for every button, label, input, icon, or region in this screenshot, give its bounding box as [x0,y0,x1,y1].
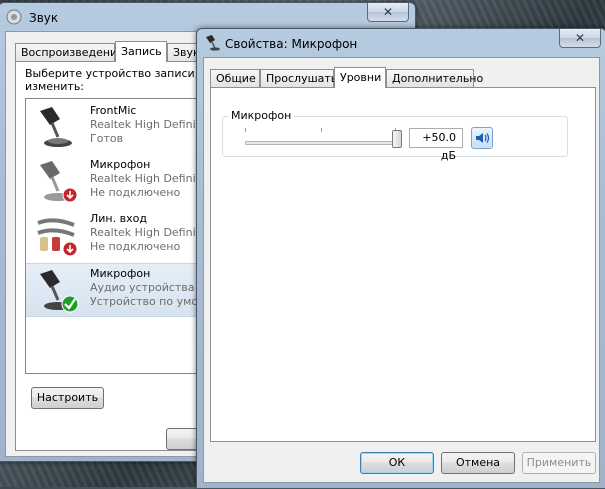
microphone-icon [40,107,72,147]
slider-tick [321,128,322,132]
device-item-microphone-realtek[interactable]: Микрофон Realtek High Definit Не подключ… [26,155,200,207]
configure-button[interactable]: Настроить [31,387,104,409]
device-item-line-in[interactable]: Лин. вход Realtek High Definit Не подклю… [26,209,200,261]
instruction-line-1: Выберите устройство записи, п [25,67,209,80]
mute-toggle-button[interactable] [471,127,493,149]
device-item-frontmic[interactable]: FrontMic Realtek High Definit Готов [26,101,200,153]
cancel-button[interactable]: Отмена [441,452,515,474]
microphone-icon [40,161,78,203]
device-item-microphone-usb[interactable]: Микрофон Аудио устройства U Устройство п… [26,263,204,317]
instruction-line-2: изменить: [25,80,85,93]
tab-levels[interactable]: Уровни [334,67,386,88]
sound-window-title: Звук [29,11,59,25]
properties-dialog-title: Свойства: Микрофон [225,37,358,51]
speaker-volume-icon [476,133,490,143]
device-driver: Realtek High Definit [90,118,200,131]
properties-client: Общие Прослушать Уровни Дополнительно Ми… [203,57,600,483]
microphone-icon [40,270,79,313]
close-icon: ✕ [574,31,586,45]
device-status: Готов [90,132,124,145]
tab-general[interactable]: Общие [210,69,260,87]
device-status: Не подключено [90,186,181,199]
levels-panel: Микрофон +50.0 дБ [210,87,596,442]
properties-dialog: Свойства: Микрофон ✕ Общие Прослушать Ур… [196,28,605,489]
slider-tick [245,128,246,132]
sound-window-icon [6,9,22,25]
properties-close-button[interactable]: ✕ [559,29,601,48]
device-name: Лин. вход [90,212,147,225]
device-driver: Realtek High Definit [90,172,200,185]
device-driver: Аудио устройства U [90,281,205,294]
microphone-title-icon [206,35,220,51]
device-name: Микрофон [90,267,151,280]
instruction-text: Выберите устройство записи, п изменить: [25,67,209,93]
level-group-label: Микрофон [228,109,295,122]
device-name: Микрофон [90,158,151,171]
line-in-cable-icon [37,218,78,257]
level-slider-thumb[interactable] [392,130,402,148]
tab-recording[interactable]: Запись [115,41,167,62]
level-slider-track[interactable] [245,141,397,145]
properties-tabs: Общие Прослушать Уровни Дополнительно [210,67,596,88]
level-value-field[interactable]: +50.0 дБ [409,128,463,162]
sound-window-close-button[interactable]: ✕ [367,3,409,22]
device-driver: Realtek High Definit [90,226,200,239]
close-icon: ✕ [382,5,394,19]
device-list[interactable]: FrontMic Realtek High Definit Готов Микр… [25,98,205,374]
ok-button[interactable]: ОК [360,452,434,474]
apply-button[interactable]: Применить [522,452,596,474]
device-name: FrontMic [90,104,137,117]
tab-listen[interactable]: Прослушать [260,69,337,87]
tab-playback[interactable]: Воспроизведение [15,43,124,61]
tab-advanced[interactable]: Дополнительно [386,69,483,87]
microphone-level-group: Микрофон +50.0 дБ [222,109,568,162]
device-status: Не подключено [90,240,181,253]
device-status: Устройство по умо [90,295,199,308]
